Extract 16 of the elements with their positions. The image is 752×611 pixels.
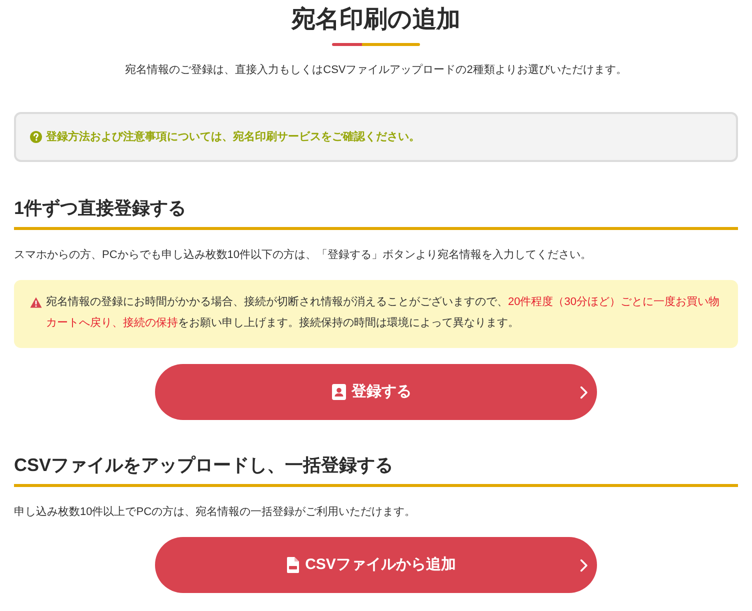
- section-heading: 1件ずつ直接登録する: [14, 197, 186, 220]
- page-title: 宛名印刷の追加: [292, 5, 460, 35]
- chevron-right-icon: [580, 558, 588, 572]
- section-description: 申し込み枚数10件以上でPCの方は、宛名情報の一括登録がご利用いただけます。: [14, 504, 416, 520]
- chevron-right-icon: [580, 386, 588, 398]
- register-button[interactable]: 登録する: [155, 364, 597, 420]
- file-icon: [287, 557, 300, 573]
- notice-text: 登録方法および注意事項については、宛名印刷サービスをご確認ください。: [46, 130, 420, 145]
- csv-add-button[interactable]: CSVファイルから追加: [155, 537, 597, 593]
- warning-icon: [30, 297, 42, 308]
- section-heading: CSVファイルをアップロードし、一括登録する: [14, 454, 394, 477]
- section-description: スマホからの方、PCからでも申し込み枚数10件以下の方は、「登録する」ボタンより宛名情報を入力してください。: [14, 248, 592, 263]
- help-icon: [30, 131, 42, 143]
- intro-text: 宛名情報のご登録は、直接入力もしくはCSVファイルアップロードの2種類よりお選びいただけます。: [125, 62, 627, 78]
- contact-card-icon: [332, 384, 346, 400]
- warning-text: 宛名情報の登録にお時間がかかる場合、接続が切断され情報が消えることがございますので、20件程度（30分ほど）ごとに一度お買い物カートへ戻り、接続の保持をお願い申し上げます。接続保持の時間は環境によって異なります。: [46, 294, 720, 331]
